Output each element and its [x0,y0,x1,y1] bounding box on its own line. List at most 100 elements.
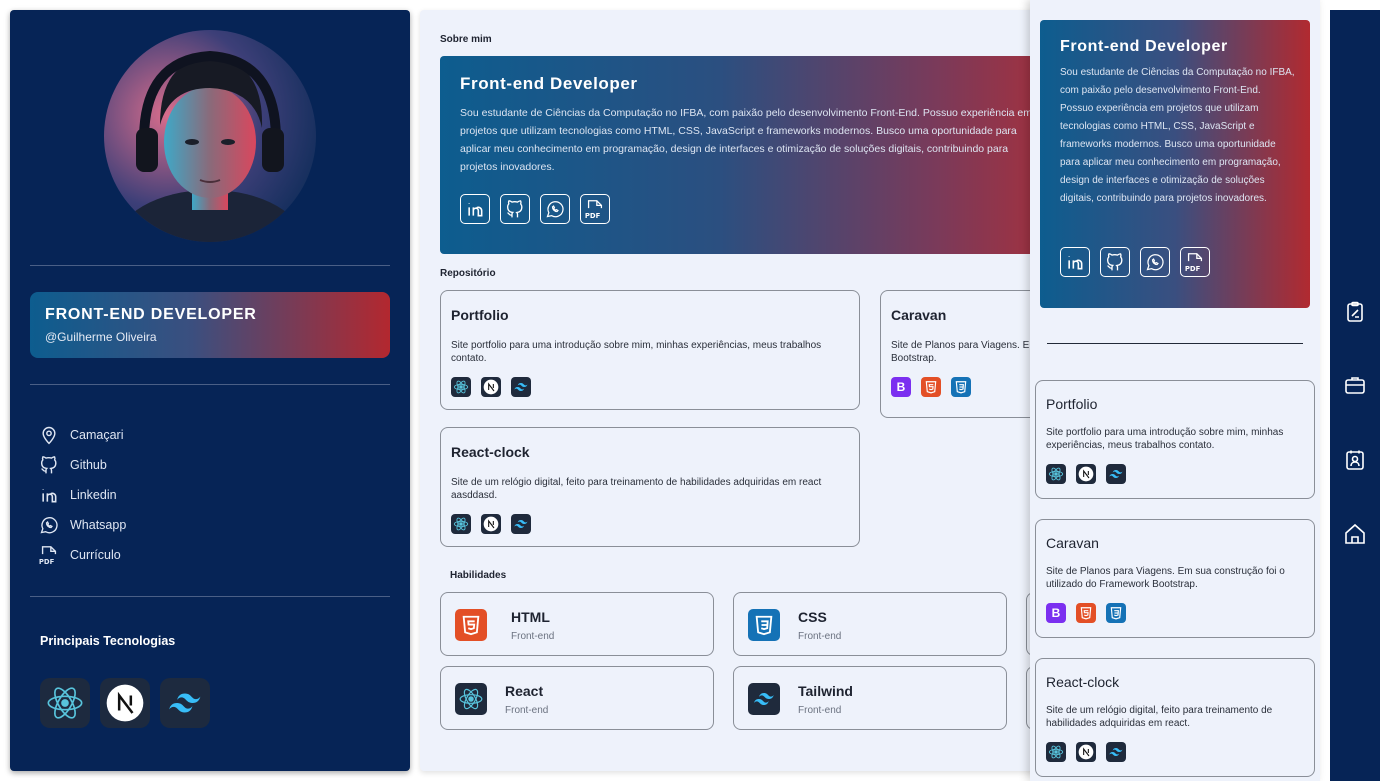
tailwind-icon [748,683,780,715]
divider [30,384,390,385]
divider [30,596,390,597]
panel-repo-card-caravan[interactable]: Caravan Site de Planos para Viagens. Em … [1035,519,1315,638]
github-button[interactable] [500,194,530,224]
briefcase-icon [1345,377,1365,394]
nav-briefcase-button[interactable] [1343,373,1367,397]
about-card: Front-end Developer Sou estudante de Ciê… [440,56,1040,254]
profile-sidebar: FRONT-END DEVELOPER @Guilherme Oliveira … [10,10,410,771]
whatsapp-icon [546,201,564,218]
skill-card-html[interactable]: HTML Front-end [440,592,714,656]
linkedin-icon [468,203,483,217]
tailwind-icon [511,514,531,534]
svg-text:PDF: PDF [39,558,55,566]
skill-category: Front-end [798,631,842,642]
bootstrap-icon: B [891,377,911,397]
html5-icon [455,609,487,641]
nextjs-icon [1076,742,1096,762]
role-card: FRONT-END DEVELOPER @Guilherme Oliveira [30,292,390,358]
repo-card-portfolio[interactable]: Portfolio Site portfolio para uma introd… [440,290,860,410]
social-buttons: PDF [1060,247,1210,277]
css3-icon [951,377,971,397]
react-icon [1046,742,1066,762]
repo-description: Site de Planos para Viagens. E Bootstrap… [891,340,1030,364]
skill-category: Front-end [798,705,842,716]
pdf-icon: PDF [585,200,603,220]
css3-icon [748,609,780,641]
profile-photo [104,30,316,242]
skill-name: React [505,683,544,699]
nav-home-button[interactable] [1343,522,1367,546]
bootstrap-icon: B [1046,603,1066,623]
nextjs-icon [481,514,501,534]
repo-tech-icons [1046,742,1304,762]
link-label: Github [70,458,107,472]
link-github[interactable]: Github [38,450,126,480]
linkedin-icon [38,484,60,506]
html5-icon [921,377,941,397]
about-text: Sou estudante de Ciências da Computação … [460,107,1032,173]
about-title: Front-end Developer [1060,38,1228,55]
tech-title: Principais Tecnologias [40,634,176,648]
repo-tech-icons: B [891,377,1040,397]
repo-description: Site de Planos para Viagens. Em sua cons… [1046,566,1285,590]
tailwind-icon [1106,742,1126,762]
linkedin-button[interactable] [460,194,490,224]
whatsapp-button[interactable] [540,194,570,224]
section-title-about: Sobre mim [440,34,492,45]
nav-contact-button[interactable] [1343,448,1367,472]
repo-description: Site portfolio para uma introdução sobre… [451,340,822,364]
repo-name: Caravan [1046,535,1099,551]
panel-repo-card-portfolio[interactable]: Portfolio Site portfolio para uma introd… [1035,380,1315,499]
repo-description: Site de um relógio digital, feito para t… [1046,705,1273,729]
link-resume[interactable]: PDF Currículo [38,540,126,570]
skill-name: CSS [798,609,827,625]
link-label: Whatsapp [70,518,127,532]
pdf-button[interactable]: PDF [580,194,610,224]
tailwind-icon [511,377,531,397]
skill-card-css[interactable]: CSS Front-end [733,592,1007,656]
contact-links: Camaçari Github Linkedin Whatsapp PDF Cu… [38,420,126,570]
pdf-button[interactable]: PDF [1180,247,1210,277]
panel-about-card: Front-end Developer Sou estudante de Ciê… [1040,20,1310,308]
side-panel: Front-end Developer Sou estudante de Ciê… [1030,0,1320,781]
react-icon [455,683,487,715]
location-pin-icon [38,424,60,446]
repo-card-react-clock[interactable]: React-clock Site de um relógio digital, … [440,427,860,547]
nextjs-icon [100,678,150,728]
react-icon [1046,464,1066,484]
main-content: Sobre mim Front-end Developer Sou estuda… [420,10,1040,771]
link-location[interactable]: Camaçari [38,420,126,450]
github-icon [1106,253,1123,271]
link-linkedin[interactable]: Linkedin [38,480,126,510]
link-label: Camaçari [70,428,124,442]
link-whatsapp[interactable]: Whatsapp [38,510,126,540]
react-icon [451,514,471,534]
right-nav [1330,10,1380,781]
skill-card-tailwind[interactable]: Tailwind Front-end [733,666,1007,730]
panel-repo-card-react-clock[interactable]: React-clock Site de um relógio digital, … [1035,658,1315,777]
whatsapp-button[interactable] [1140,247,1170,277]
react-icon [40,678,90,728]
github-button[interactable] [1100,247,1130,277]
about-text: Sou estudante de Ciências da Computação … [1060,67,1295,204]
repo-card-caravan[interactable]: Caravan Site de Planos para Viagens. E B… [880,290,1040,418]
role-title: FRONT-END DEVELOPER [45,306,257,323]
linkedin-button[interactable] [1060,247,1090,277]
about-title: Front-end Developer [460,74,638,93]
whatsapp-icon [1146,254,1164,271]
tailwind-icon [160,678,210,728]
repo-tech-icons [451,377,849,397]
repo-name: Caravan [891,307,947,323]
repo-name: React-clock [451,444,530,460]
section-title-skills: Habilidades [450,570,507,581]
nextjs-icon [1076,464,1096,484]
social-buttons: PDF [460,194,610,224]
svg-text:PDF: PDF [585,212,601,220]
nav-clipboard-button[interactable] [1343,300,1367,324]
svg-text:PDF: PDF [1185,265,1201,273]
repo-name: Portfolio [1046,396,1098,412]
github-icon [38,454,60,476]
skill-card-react[interactable]: React Front-end [440,666,714,730]
nextjs-icon [481,377,501,397]
repo-name: Portfolio [451,307,509,323]
